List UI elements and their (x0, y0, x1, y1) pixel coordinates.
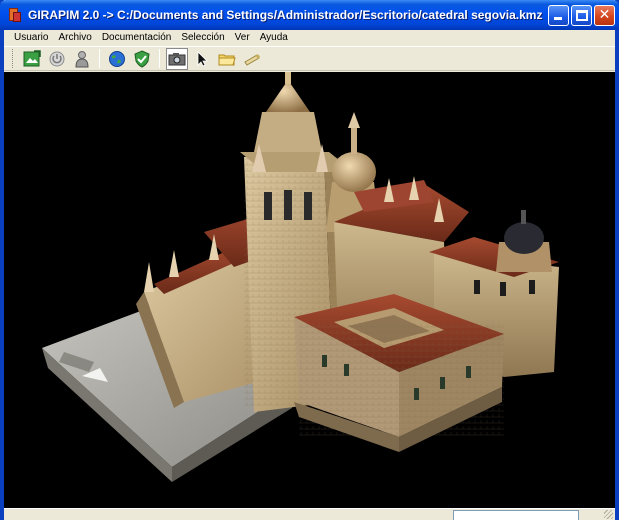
maximize-button[interactable] (571, 5, 592, 26)
menu-bar: Usuario Archivo Documentación Selección … (4, 30, 615, 45)
cathedral-3d-model (42, 72, 559, 482)
menu-documentacion[interactable]: Documentación (97, 30, 176, 45)
user-button[interactable] (71, 48, 93, 70)
pointer-icon (197, 50, 208, 67)
3d-viewport[interactable] (4, 72, 615, 508)
close-button[interactable]: ✕ (594, 5, 615, 26)
window-title: GIRAPIM 2.0 -> C:/Documents and Settings… (28, 8, 543, 22)
export-image-button[interactable] (21, 48, 43, 70)
globe-icon (109, 50, 125, 67)
menu-ver[interactable]: Ver (230, 30, 255, 45)
close-icon: ✕ (598, 7, 611, 23)
toolbar-separator (99, 49, 100, 68)
folder-icon (218, 54, 236, 65)
title-bar[interactable]: GIRAPIM 2.0 -> C:/Documents and Settings… (0, 0, 619, 30)
minimize-button[interactable] (548, 5, 569, 26)
export-image-icon (23, 49, 41, 66)
status-bar (4, 508, 615, 520)
maximize-icon (576, 10, 588, 21)
toolbar-separator (159, 49, 160, 68)
user-icon (75, 50, 89, 67)
tube-icon (244, 53, 260, 66)
app-window: GIRAPIM 2.0 -> C:/Documents and Settings… (0, 0, 619, 520)
minimize-icon (554, 17, 562, 20)
open-folder-button[interactable] (216, 48, 238, 70)
status-field (453, 510, 579, 520)
toolbar-grip[interactable] (12, 49, 15, 68)
power-button[interactable] (46, 48, 68, 70)
menu-usuario[interactable]: Usuario (9, 30, 53, 45)
menu-archivo[interactable]: Archivo (53, 30, 96, 45)
globe-button[interactable] (106, 48, 128, 70)
app-logo-icon (8, 7, 22, 23)
select-pointer-button[interactable] (191, 48, 213, 70)
resize-grip[interactable] (604, 510, 613, 519)
menu-seleccion[interactable]: Selección (176, 30, 229, 45)
power-icon (49, 51, 65, 66)
security-button[interactable] (131, 48, 153, 70)
camera-icon (168, 52, 186, 65)
toolbar (4, 46, 615, 71)
camera-button[interactable] (166, 47, 188, 70)
shield-check-icon (134, 49, 150, 68)
tube-button[interactable] (241, 48, 263, 70)
menu-ayuda[interactable]: Ayuda (255, 30, 293, 45)
